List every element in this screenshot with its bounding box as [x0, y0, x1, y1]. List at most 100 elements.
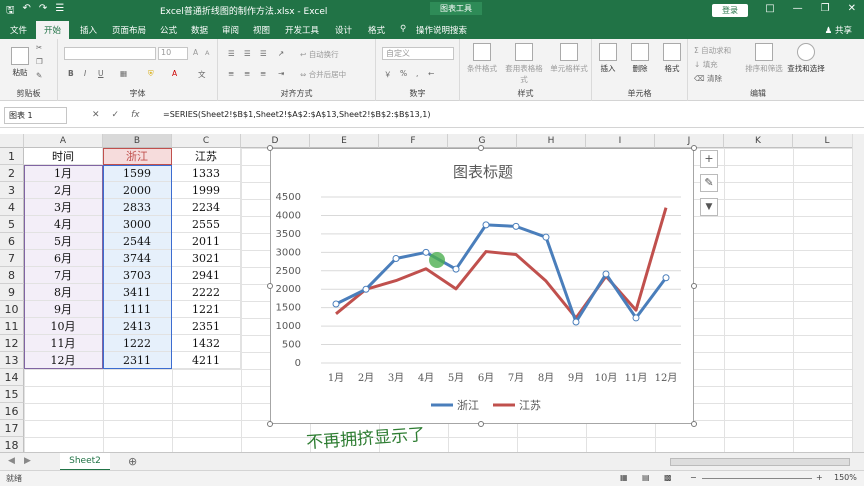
- data-point-handle[interactable]: [662, 274, 670, 282]
- table-cell[interactable]: 3021: [172, 250, 241, 267]
- table-cell[interactable]: 2月: [24, 182, 103, 199]
- table-cell[interactable]: 4211: [172, 352, 241, 369]
- tab-data[interactable]: 数据: [191, 24, 208, 36]
- select-all-corner[interactable]: [0, 134, 24, 148]
- chart-resize-handle[interactable]: [691, 421, 697, 427]
- table-cell[interactable]: 2413: [103, 318, 172, 335]
- add-sheet-icon[interactable]: ⊕: [128, 455, 137, 468]
- column-header[interactable]: D: [241, 134, 310, 148]
- table-cell[interactable]: 9月: [24, 301, 103, 318]
- table-cell[interactable]: 2544: [103, 233, 172, 250]
- column-header[interactable]: B: [103, 134, 172, 148]
- align-right-icon[interactable]: ≡: [260, 69, 266, 78]
- phonetic-icon[interactable]: 文: [198, 69, 206, 80]
- table-cell[interactable]: 2234: [172, 199, 241, 216]
- cell-styles-button[interactable]: 单元格样式: [546, 43, 592, 74]
- orientation-icon[interactable]: ↗: [278, 49, 284, 58]
- tell-me-search[interactable]: 操作说明搜索: [416, 24, 467, 36]
- ribbon-options-icon[interactable]: □: [765, 3, 774, 14]
- font-color-icon[interactable]: A: [172, 69, 177, 78]
- zoom-level[interactable]: 150%: [834, 473, 857, 482]
- table-cell[interactable]: 1333: [172, 165, 241, 182]
- chart-resize-handle[interactable]: [478, 145, 484, 151]
- row-header[interactable]: 10: [0, 301, 24, 318]
- fx-icon[interactable]: fx: [131, 110, 140, 120]
- data-point-handle[interactable]: [452, 265, 460, 273]
- chart-filters-button[interactable]: ▼: [700, 198, 718, 216]
- table-cell[interactable]: 3000: [103, 216, 172, 233]
- data-point-handle[interactable]: [512, 222, 520, 230]
- cut-icon[interactable]: ✂: [36, 43, 42, 52]
- column-header[interactable]: I: [586, 134, 655, 148]
- share-button[interactable]: ♟ 共享: [825, 24, 852, 36]
- copy-icon[interactable]: ❐: [36, 57, 43, 66]
- decimal-icon[interactable]: ←: [428, 69, 434, 78]
- align-left-icon[interactable]: ≡: [228, 69, 234, 78]
- table-cell[interactable]: 2222: [172, 284, 241, 301]
- column-header[interactable]: C: [172, 134, 241, 148]
- chart-title[interactable]: 图表标题: [453, 163, 513, 181]
- close-icon[interactable]: ✕: [848, 3, 856, 14]
- table-cell[interactable]: 2941: [172, 267, 241, 284]
- data-point-handle[interactable]: [362, 285, 370, 293]
- data-point-handle[interactable]: [542, 233, 550, 241]
- row-header[interactable]: 13: [0, 352, 24, 369]
- table-cell[interactable]: 3703: [103, 267, 172, 284]
- row-header[interactable]: 17: [0, 420, 24, 437]
- column-header[interactable]: H: [517, 134, 586, 148]
- currency-icon[interactable]: ￥: [384, 69, 392, 80]
- table-cell[interactable]: 1432: [172, 335, 241, 352]
- column-header[interactable]: F: [379, 134, 448, 148]
- tab-file[interactable]: 文件: [10, 24, 27, 36]
- table-cell[interactable]: 1月: [24, 165, 103, 182]
- percent-icon[interactable]: %: [400, 69, 407, 78]
- font-size-box[interactable]: 10: [158, 47, 188, 60]
- data-point-handle[interactable]: [572, 318, 580, 326]
- minimize-icon[interactable]: —: [793, 3, 803, 14]
- table-cell[interactable]: 6月: [24, 250, 103, 267]
- table-cell[interactable]: 4月: [24, 216, 103, 233]
- cancel-icon[interactable]: ✕: [92, 110, 100, 120]
- table-cell[interactable]: 浙江: [103, 148, 172, 165]
- chart-area[interactable]: 图表标题 0 500 1000 1500 2000 2500 3000 3500 4000 4500…: [270, 148, 694, 424]
- row-header[interactable]: 14: [0, 369, 24, 386]
- table-cell[interactable]: 11月: [24, 335, 103, 352]
- chart-resize-handle[interactable]: [691, 145, 697, 151]
- tab-view[interactable]: 视图: [253, 24, 270, 36]
- row-header[interactable]: 8: [0, 267, 24, 284]
- conditional-format-button[interactable]: 条件格式: [462, 43, 502, 74]
- table-cell[interactable]: 7月: [24, 267, 103, 284]
- save-icon[interactable]: 🖫: [6, 3, 15, 20]
- table-cell[interactable]: 2833: [103, 199, 172, 216]
- tab-insert[interactable]: 插入: [80, 24, 97, 36]
- find-select-button[interactable]: 查找和选择: [784, 43, 828, 74]
- fill-button[interactable]: ↓ 填充: [694, 59, 718, 70]
- tab-page-layout[interactable]: 页面布局: [112, 24, 146, 36]
- column-header[interactable]: K: [724, 134, 793, 148]
- data-point-handle[interactable]: [392, 254, 400, 262]
- table-cell[interactable]: 12月: [24, 352, 103, 369]
- chart-resize-handle[interactable]: [691, 283, 697, 289]
- row-header[interactable]: 6: [0, 233, 24, 250]
- chart-resize-handle[interactable]: [478, 421, 484, 427]
- table-cell[interactable]: 10月: [24, 318, 103, 335]
- chart-resize-handle[interactable]: [267, 421, 273, 427]
- table-cell[interactable]: 3411: [103, 284, 172, 301]
- table-cell[interactable]: 1222: [103, 335, 172, 352]
- tab-design[interactable]: 设计: [335, 24, 352, 36]
- number-format-box[interactable]: 自定义: [382, 47, 454, 60]
- row-header[interactable]: 1: [0, 148, 24, 165]
- zoom-slider[interactable]: [702, 478, 812, 479]
- zoom-in-icon[interactable]: +: [816, 473, 823, 482]
- page-break-view-icon[interactable]: ▩: [664, 473, 672, 482]
- name-box[interactable]: 图表 1: [4, 107, 67, 124]
- table-cell[interactable]: 2555: [172, 216, 241, 233]
- data-point-handle[interactable]: [482, 221, 490, 229]
- table-cell[interactable]: 1111: [103, 301, 172, 318]
- enter-icon[interactable]: ✓: [112, 110, 120, 120]
- align-top-icon[interactable]: ☰: [228, 49, 235, 58]
- row-header[interactable]: 15: [0, 386, 24, 403]
- zoom-out-icon[interactable]: −: [690, 473, 697, 482]
- grow-font-button[interactable]: A: [193, 48, 198, 57]
- formula-input[interactable]: =SERIES(Sheet2!$B$1,Sheet2!$A$2:$A$13,Sh…: [163, 110, 430, 119]
